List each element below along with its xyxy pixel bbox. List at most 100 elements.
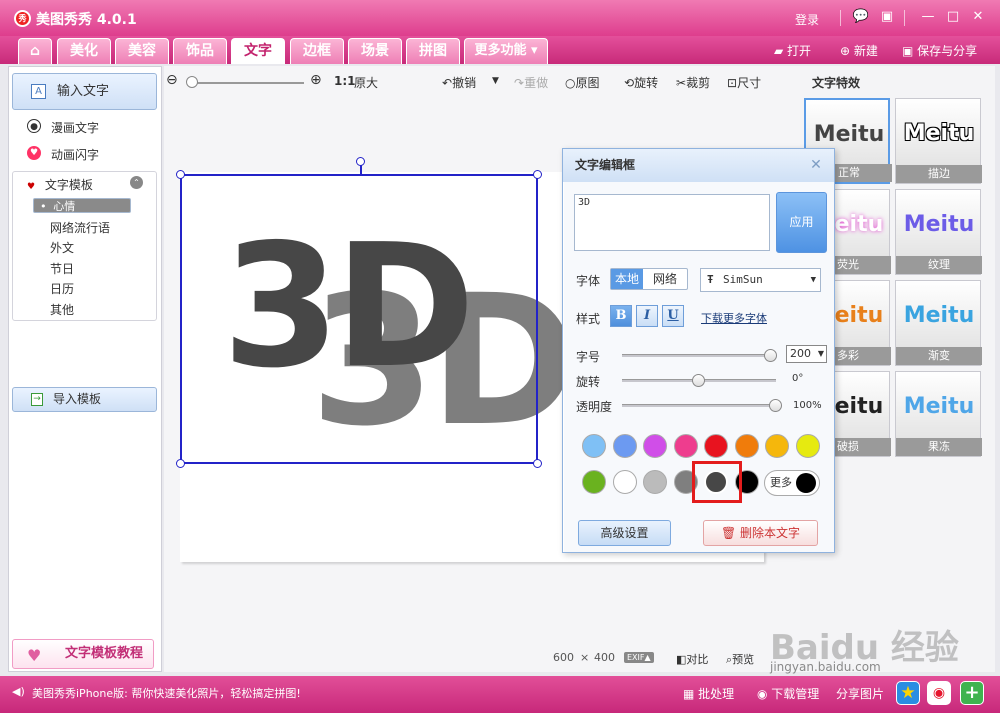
- open-button[interactable]: ▰ 打开: [774, 40, 811, 62]
- add-more-icon[interactable]: +: [960, 681, 984, 705]
- download-manager-button[interactable]: ◉ 下载管理: [757, 685, 819, 702]
- color-swatch[interactable]: [673, 434, 698, 458]
- qzone-star-icon[interactable]: ★: [896, 681, 920, 705]
- effect-outline[interactable]: Meitu 描边: [895, 98, 982, 184]
- tab-text[interactable]: 文字: [231, 38, 285, 64]
- original-button[interactable]: ○原图: [565, 74, 600, 91]
- color-swatch[interactable]: [612, 434, 637, 458]
- color-swatch[interactable]: [612, 470, 637, 494]
- status-message[interactable]: 美图秀秀iPhone版: 帮你快速美化照片，轻松搞定拼图!: [32, 685, 301, 701]
- save-share-button[interactable]: ▣ 保存与分享: [902, 40, 977, 62]
- batch-process-button[interactable]: ▦ 批处理: [683, 685, 734, 702]
- login-link[interactable]: 登录: [795, 11, 819, 28]
- new-button[interactable]: ⊕ 新建: [840, 40, 878, 62]
- text-input-area[interactable]: 3D: [574, 194, 770, 251]
- input-text-label: 输入文字: [57, 84, 110, 99]
- resize-handle-tr[interactable]: [533, 170, 542, 179]
- color-swatch[interactable]: [643, 470, 667, 494]
- zoom-out-icon[interactable]: ⊖: [166, 72, 178, 88]
- template-item-calendar[interactable]: 日历: [50, 280, 74, 297]
- color-swatch[interactable]: [765, 434, 789, 458]
- ratio-label[interactable]: 1:1: [334, 74, 356, 88]
- crop-button[interactable]: ✂裁剪: [676, 74, 710, 91]
- canvas-toolbar: ⊖ ⊕ 1:1 原大 ↶撤销 ▼ ↷重做 ○原图 ⟲旋转 ✂裁剪 ⊡尺寸: [164, 70, 800, 94]
- color-swatch[interactable]: [704, 434, 728, 458]
- original-size-button[interactable]: 原大: [354, 74, 378, 91]
- template-item-mood[interactable]: • 心情: [33, 198, 131, 213]
- text-template-tutorial-button[interactable]: ♥ 文字模板教程: [12, 639, 154, 669]
- redo-button[interactable]: ↷重做: [514, 74, 548, 91]
- rotate-handle[interactable]: [356, 157, 365, 166]
- weibo-icon[interactable]: ◉: [927, 681, 951, 705]
- advanced-settings-button[interactable]: 高级设置: [578, 520, 671, 546]
- resize-button[interactable]: ⊡尺寸: [727, 74, 761, 91]
- tab-more-features[interactable]: 更多功能 ▾: [464, 38, 548, 64]
- resize-handle-bl[interactable]: [176, 459, 185, 468]
- color-swatch[interactable]: [795, 434, 820, 458]
- resize-handle-tl[interactable]: [176, 170, 185, 179]
- template-item-internet[interactable]: 网络流行语: [50, 219, 110, 236]
- text-selection-box[interactable]: [176, 157, 542, 468]
- opacity-slider-knob[interactable]: [769, 399, 782, 412]
- rotate-button[interactable]: ⟲旋转: [624, 74, 658, 91]
- tab-scene[interactable]: 场景: [348, 38, 402, 64]
- speaker-icon: ◀): [12, 685, 25, 698]
- zoom-slider[interactable]: [188, 82, 304, 84]
- color-swatch[interactable]: [643, 434, 667, 458]
- effect-texture[interactable]: Meitu 纹理: [895, 189, 982, 275]
- font-network-option[interactable]: 网络: [649, 269, 681, 289]
- skin-icon[interactable]: ▣: [877, 7, 897, 27]
- resize-handle-br[interactable]: [533, 459, 542, 468]
- tab-frame[interactable]: 边框: [290, 38, 344, 64]
- opacity-slider[interactable]: [622, 399, 782, 412]
- more-colors-button[interactable]: 更多: [764, 470, 820, 496]
- apply-button[interactable]: 应用: [776, 192, 827, 253]
- font-local-option[interactable]: 本地: [611, 269, 644, 289]
- size-slider[interactable]: [622, 349, 778, 362]
- tab-beauty[interactable]: 美容: [115, 38, 169, 64]
- rotate-slider[interactable]: [622, 374, 776, 387]
- exif-badge[interactable]: EXIF▲: [624, 652, 654, 663]
- feedback-icon[interactable]: 💬: [851, 7, 871, 27]
- import-template-button[interactable]: → 导入模板: [12, 387, 157, 412]
- delete-text-button[interactable]: 🗑 删除本文字: [703, 520, 818, 546]
- comic-text-item[interactable]: ● 漫画文字: [27, 119, 99, 136]
- italic-button[interactable]: I: [636, 305, 658, 327]
- zoom-in-icon[interactable]: ⊕: [310, 72, 322, 88]
- color-swatch[interactable]: [734, 434, 759, 458]
- template-item-foreign[interactable]: 外文: [50, 239, 74, 256]
- preview-button[interactable]: ⌕预览: [726, 651, 754, 667]
- size-select[interactable]: 200 ▼: [786, 345, 827, 363]
- undo-button[interactable]: ↶撤销: [442, 74, 476, 91]
- anim-text-item[interactable]: ♥ 动画闪字: [27, 146, 99, 163]
- rotate-slider-knob[interactable]: [692, 374, 705, 387]
- template-item-holiday[interactable]: 节日: [50, 260, 74, 277]
- template-item-other[interactable]: 其他: [50, 301, 74, 318]
- template-header[interactable]: ♥ 文字模板: [27, 176, 93, 193]
- effect-label: 渐变: [896, 347, 982, 365]
- effect-jelly[interactable]: Meitu 果冻: [895, 371, 982, 457]
- color-swatch[interactable]: [582, 470, 606, 494]
- compare-button[interactable]: ◧对比: [676, 651, 708, 667]
- close-button[interactable]: ✕: [968, 7, 988, 27]
- underline-button[interactable]: U: [662, 305, 684, 327]
- maximize-button[interactable]: □: [943, 7, 963, 27]
- download-more-fonts-link[interactable]: 下载更多字体: [701, 310, 767, 326]
- tab-beautify[interactable]: 美化: [57, 38, 111, 64]
- bold-button[interactable]: B: [610, 305, 632, 327]
- font-family-select[interactable]: Ŧ SimSun ▼: [700, 268, 821, 292]
- dialog-close-icon[interactable]: ✕: [808, 157, 824, 173]
- zoom-slider-knob[interactable]: [186, 76, 198, 88]
- minimize-button[interactable]: —: [918, 7, 938, 27]
- share-image-button[interactable]: 分享图片: [836, 685, 884, 702]
- effect-gradient[interactable]: Meitu 渐变: [895, 280, 982, 366]
- tab-home[interactable]: ⌂: [18, 38, 52, 64]
- color-swatch[interactable]: [582, 434, 606, 458]
- size-slider-knob[interactable]: [764, 349, 778, 362]
- collapse-icon[interactable]: ⌃: [130, 176, 143, 189]
- undo-dropdown-icon[interactable]: ▼: [492, 76, 499, 86]
- tab-accessories[interactable]: 饰品: [173, 38, 227, 64]
- input-text-button[interactable]: A 输入文字: [12, 73, 157, 110]
- tab-collage[interactable]: 拼图: [406, 38, 460, 64]
- scissors-icon: ✂: [676, 76, 687, 90]
